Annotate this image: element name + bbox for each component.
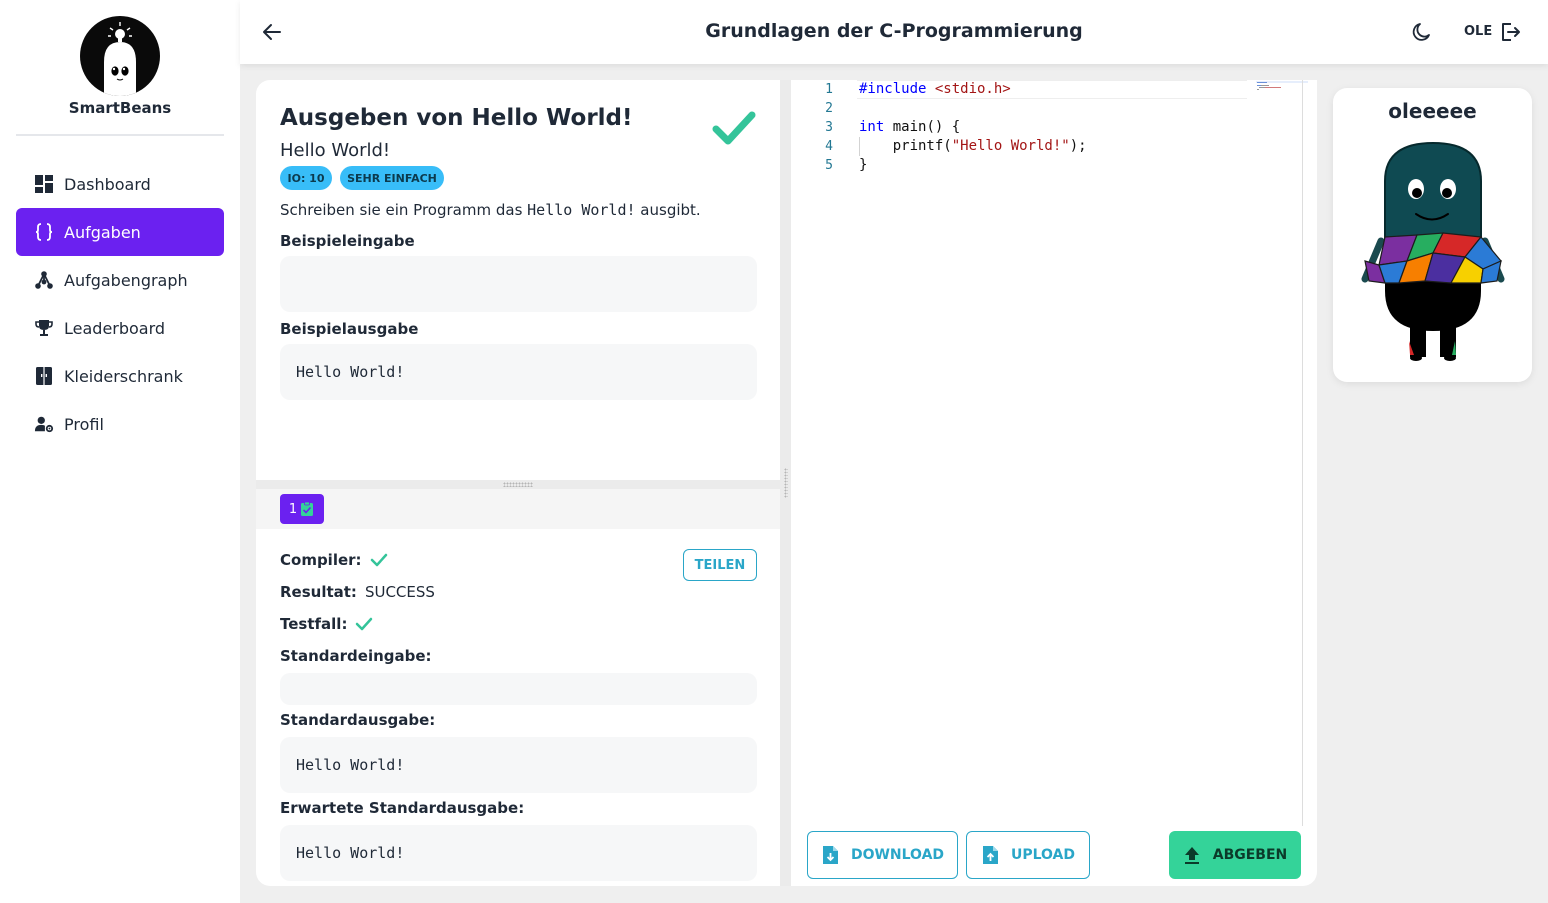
vertical-splitter[interactable] (780, 80, 791, 886)
sidebar-item-label: Kleiderschrank (64, 366, 183, 386)
moon-icon[interactable] (1410, 20, 1434, 44)
sidebar-item-label: Leaderboard (64, 318, 166, 338)
top-bar: Grundlagen der C-Programmierung OLE (240, 0, 1548, 64)
result-row: Resultat: SUCCESS (280, 583, 435, 601)
wardrobe-icon (34, 366, 54, 386)
stdout-label: Standardausgabe: (280, 711, 436, 729)
line-number: 3 (825, 120, 833, 135)
line-number: 1 (825, 82, 833, 97)
upload-button[interactable]: UPLOAD (966, 831, 1090, 879)
sidebar-item-aufgabengraph[interactable]: Aufgabengraph (16, 256, 224, 304)
download-button[interactable]: DOWNLOAD (807, 831, 958, 879)
dashboard-icon (34, 174, 54, 194)
graph-icon (34, 270, 54, 290)
expected-box: Hello World! (280, 825, 757, 881)
divider (16, 134, 224, 136)
compiler-row: Compiler: (280, 551, 388, 569)
drag-handle-icon (503, 482, 533, 487)
horizontal-splitter[interactable] (256, 480, 780, 489)
check-icon (370, 553, 387, 567)
upload-arrow-icon (1183, 845, 1201, 865)
avatar-card: oleeeee (1333, 88, 1532, 382)
stdin-box (280, 673, 757, 705)
result-value: SUCCESS (364, 583, 435, 601)
task-subtitle: Hello World! (280, 140, 391, 161)
io-badge: IO: 10 (280, 166, 332, 190)
sidebar-item-label: Aufgaben (64, 222, 141, 242)
result-panel: 1 Compiler: TEILEN Resultat: SUCCESS Tes… (256, 489, 780, 886)
sidebar-item-label: Aufgabengraph (64, 270, 188, 290)
smartbeans-logo (80, 16, 160, 96)
example-output-label: Beispielausgabe (280, 320, 419, 338)
code-line[interactable]: 5} (791, 156, 1302, 175)
line-number: 2 (825, 101, 833, 116)
drag-handle-icon (784, 468, 788, 498)
trophy-icon (34, 318, 54, 338)
example-output-box: Hello World! (280, 344, 757, 400)
expected-label: Erwartete Standardausgabe: (280, 799, 525, 817)
task-title: Ausgeben von Hello World! (280, 105, 633, 131)
example-input-box (280, 256, 757, 312)
line-number: 5 (825, 158, 833, 173)
avatar-name: oleeeee (1388, 99, 1477, 123)
code-editor-panel: 1 #include <stdio.h> 2 3 int main() {4 print… (791, 80, 1317, 886)
sidebar-item-label: Dashboard (64, 174, 151, 194)
sidebar-item-kleiderschrank[interactable]: Kleiderschrank (16, 352, 224, 400)
share-button[interactable]: TEILEN (683, 549, 757, 581)
clipboard-check-icon (301, 501, 314, 516)
brand[interactable]: SmartBeans (0, 0, 240, 136)
code-editor[interactable]: 1 #include <stdio.h> 2 3 int main() {4 print… (791, 80, 1302, 826)
minimap[interactable] (1256, 80, 1308, 94)
code-text: int main() { (859, 118, 960, 137)
sidebar-item-profil[interactable]: Profil (16, 400, 224, 448)
user-settings-icon (34, 414, 54, 434)
submit-button[interactable]: ABGEBEN (1169, 831, 1301, 879)
code-token: <stdio.h> (934, 81, 1011, 97)
code-line[interactable]: 4 printf("Hello World!"); (791, 137, 1302, 156)
code-line[interactable]: 1 #include <stdio.h> (791, 80, 1302, 99)
file-download-icon (821, 845, 839, 865)
line-number: 4 (825, 139, 833, 154)
brand-name: SmartBeans (68, 99, 172, 117)
sidebar-item-label: Profil (64, 414, 104, 434)
check-icon (356, 617, 373, 631)
curly-braces-icon (34, 222, 54, 242)
logout-icon[interactable] (1498, 20, 1522, 44)
code-token: "Hello World!" (951, 138, 1070, 154)
code-token: printf( (859, 138, 952, 154)
code-token: } (859, 157, 868, 173)
editor-scrollbar[interactable] (1302, 80, 1303, 826)
example-input-label: Beispieleingabe (280, 232, 415, 250)
file-upload-icon (981, 845, 999, 865)
code-text: } (859, 156, 867, 175)
submission-tab[interactable]: 1 (280, 494, 324, 524)
submission-tabs: 1 (256, 489, 780, 529)
stdout-box: Hello World! (280, 737, 757, 793)
sidebar: SmartBeans Dashboard Aufgaben Aufgabengr… (0, 0, 240, 903)
bean-avatar (1359, 141, 1507, 363)
sidebar-item-aufgaben[interactable]: Aufgaben (16, 208, 224, 256)
testcase-row: Testfall: (280, 615, 373, 633)
task-description: Schreiben sie ein Programm das Hello Wor… (280, 201, 701, 219)
difficulty-badge: SEHR EINFACH (340, 166, 444, 190)
sidebar-item-leaderboard[interactable]: Leaderboard (16, 304, 224, 352)
user-name[interactable]: OLE (1464, 24, 1492, 39)
code-line[interactable]: 3 int main() { (791, 118, 1302, 137)
code-text: printf("Hello World!"); (859, 137, 1087, 156)
solved-check-icon (712, 108, 756, 148)
stdin-label: Standardeingabe: (280, 647, 432, 665)
code-text: #include <stdio.h> (859, 80, 1011, 99)
code-token: #include (859, 81, 935, 97)
sidebar-item-dashboard[interactable]: Dashboard (16, 160, 224, 208)
task-panel: Ausgeben von Hello World! Hello World! I… (256, 80, 780, 480)
code-token: int (859, 119, 885, 135)
code-token: ); (1069, 138, 1087, 154)
code-token: main() { (884, 119, 961, 135)
code-line[interactable]: 2 (791, 99, 1302, 118)
page-title: Grundlagen der C-Programmierung (705, 20, 1083, 42)
